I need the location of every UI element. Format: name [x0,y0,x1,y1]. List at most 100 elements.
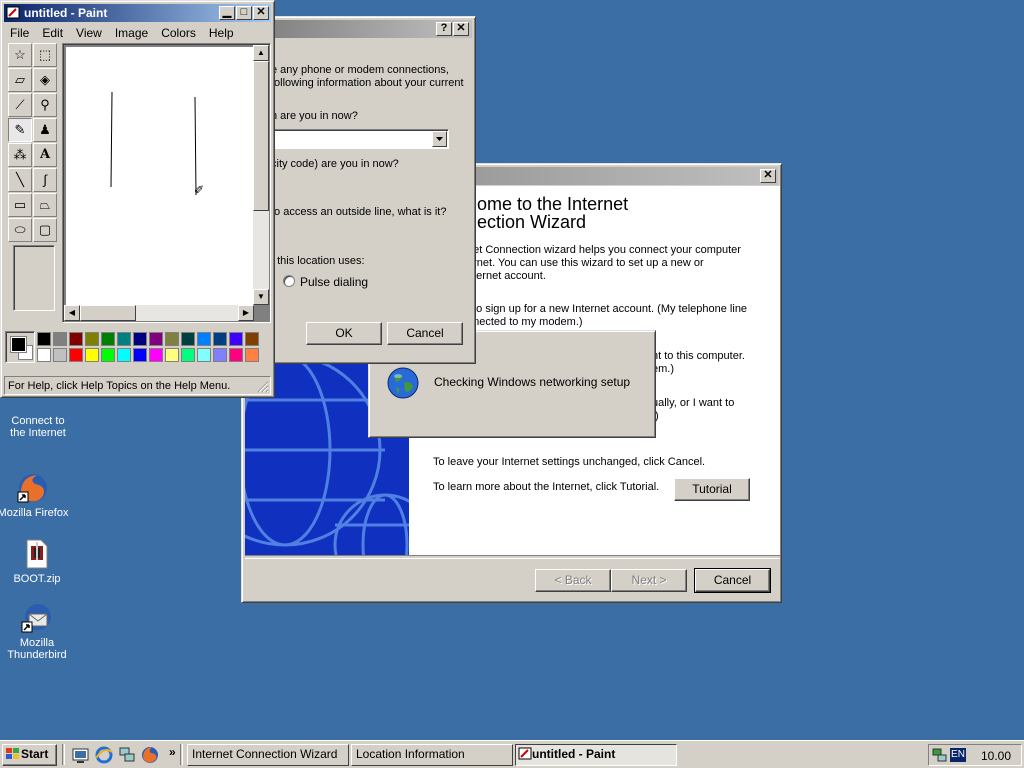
foreground-color-swatch[interactable] [10,336,27,353]
menu-edit[interactable]: Edit [42,26,63,40]
wizard-option-1[interactable]: t to sign up for a new Internet account.… [467,303,747,315]
palette-swatch[interactable] [117,332,131,346]
horizontal-scrollbar[interactable]: ◀ ▶ [64,305,254,321]
show-desktop-icon[interactable] [72,746,90,764]
palette-swatch[interactable] [149,348,163,362]
palette-swatch[interactable] [69,332,83,346]
maximize-button[interactable]: □ [236,6,252,20]
firefox-quicklaunch-icon[interactable] [141,746,159,764]
line-tool-icon[interactable]: ╲ [8,168,32,192]
palette-swatch[interactable] [149,332,163,346]
palette-swatch[interactable] [37,348,51,362]
h-scroll-thumb[interactable] [80,305,136,321]
palette-swatch[interactable] [117,348,131,362]
desktop-icon-boot-zip[interactable]: BOOT.zip [0,538,75,585]
network-tray-icon[interactable] [932,747,948,763]
free-select-tool-icon[interactable]: ☆ [8,43,32,67]
start-button[interactable]: Start [2,744,57,766]
location-titlebar[interactable]: ? ✕ [262,20,472,38]
scroll-thumb[interactable] [253,61,269,211]
menu-help[interactable]: Help [209,26,234,40]
rect-select-tool-icon[interactable]: ⬚ [33,43,57,67]
clock[interactable]: 10.00 [981,749,1011,763]
location-close-button[interactable]: ✕ [453,22,469,36]
palette-swatch[interactable] [245,332,259,346]
palette-swatch[interactable] [197,348,211,362]
scroll-left-button[interactable]: ◀ [64,305,80,321]
scroll-down-button[interactable]: ▼ [253,289,269,305]
polygon-tool-icon[interactable]: ⏢ [33,193,57,217]
location-ok-button[interactable]: OK [306,322,382,345]
desktop-icon-thunderbird[interactable]: Mozilla Thunderbird [0,602,75,661]
minimize-button[interactable]: ▁ [219,6,235,20]
wizard-cancel-button[interactable]: Cancel [694,568,771,593]
palette-swatch[interactable] [133,332,147,346]
rounded-rect-tool-icon[interactable]: ▢ [33,218,57,242]
pulse-dialing-label[interactable]: Pulse dialing [300,275,368,289]
internet-explorer-icon[interactable] [95,746,113,764]
text-tool-icon[interactable]: A [33,143,57,167]
menu-view[interactable]: View [76,26,102,40]
pencil-tool-icon[interactable]: ✎ [8,118,32,142]
paint-titlebar[interactable]: untitled - Paint ▁ □ ✕ [4,4,271,22]
tutorial-button[interactable]: Tutorial [674,478,750,501]
palette-swatch[interactable] [229,332,243,346]
palette-swatch[interactable] [37,332,51,346]
wizard-option-1[interactable]: nnected to my modem.) [467,316,583,328]
palette-swatch[interactable] [181,348,195,362]
wizard-close-button[interactable]: ✕ [760,169,776,183]
palette-swatch[interactable] [197,332,211,346]
menu-file[interactable]: File [10,26,29,40]
taskbar-item-internet-connection-wizard[interactable]: Internet Connection Wizard [187,744,349,766]
palette-swatch[interactable] [213,348,227,362]
airbrush-tool-icon[interactable]: ⁂ [8,143,32,167]
quicklaunch-chevron[interactable]: » [169,745,176,759]
menu-image[interactable]: Image [115,26,148,40]
palette-swatch[interactable] [53,332,67,346]
desktop-icon-firefox[interactable]: Mozilla Firefox [0,472,71,519]
palette-swatch[interactable] [165,348,179,362]
palette-swatch[interactable] [181,332,195,346]
location-cancel-button[interactable]: Cancel [387,322,463,345]
help-button[interactable]: ? [436,22,452,36]
back-button[interactable]: < Back [535,569,611,592]
color-picker-tool-icon[interactable]: ⟋ [8,93,32,117]
rectangle-tool-icon[interactable]: ▭ [8,193,32,217]
resize-grip-icon[interactable] [257,381,269,393]
palette-swatch[interactable] [133,348,147,362]
paint-close-button[interactable]: ✕ [253,6,269,20]
palette-swatch[interactable] [165,332,179,346]
magnifier-tool-icon[interactable]: ⚲ [33,93,57,117]
palette-swatch[interactable] [245,348,259,362]
fill-tool-icon[interactable]: ◈ [33,68,57,92]
taskbar-item-paint[interactable]: untitled - Paint [515,744,677,766]
drawing-canvas[interactable]: ✐ [66,47,255,305]
brush-tool-icon[interactable]: ♟ [33,118,57,142]
palette-swatch[interactable] [69,348,83,362]
menu-colors[interactable]: Colors [161,26,196,40]
next-button[interactable]: Next > [611,569,687,592]
vertical-scrollbar[interactable]: ▲ ▼ [253,45,269,305]
scroll-up-button[interactable]: ▲ [253,45,269,61]
ellipse-tool-icon[interactable]: ⬭ [8,218,32,242]
eraser-tool-icon[interactable]: ▱ [8,68,32,92]
palette-swatch[interactable] [213,332,227,346]
palette-swatch[interactable] [53,348,67,362]
palette-swatch[interactable] [229,348,243,362]
palette-swatch[interactable] [101,332,115,346]
wizard-option-3[interactable]: ually, or I want to [652,397,734,409]
palette-swatch[interactable] [101,348,115,362]
curve-tool-icon[interactable]: ∫ [33,168,57,192]
scroll-right-button[interactable]: ▶ [238,305,254,321]
network-icon[interactable] [118,746,136,764]
country-select[interactable] [269,129,449,149]
wizard-option-2[interactable]: nt to this computer. [652,350,745,362]
taskbar-item-location-information[interactable]: Location Information [351,744,513,766]
tool-options-box[interactable] [13,245,55,311]
palette-swatch[interactable] [85,348,99,362]
language-indicator[interactable]: EN [950,748,966,762]
pulse-dialing-radio[interactable] [283,275,295,287]
chevron-down-icon[interactable] [432,131,447,147]
palette-swatch[interactable] [85,332,99,346]
current-colors[interactable] [5,331,35,363]
